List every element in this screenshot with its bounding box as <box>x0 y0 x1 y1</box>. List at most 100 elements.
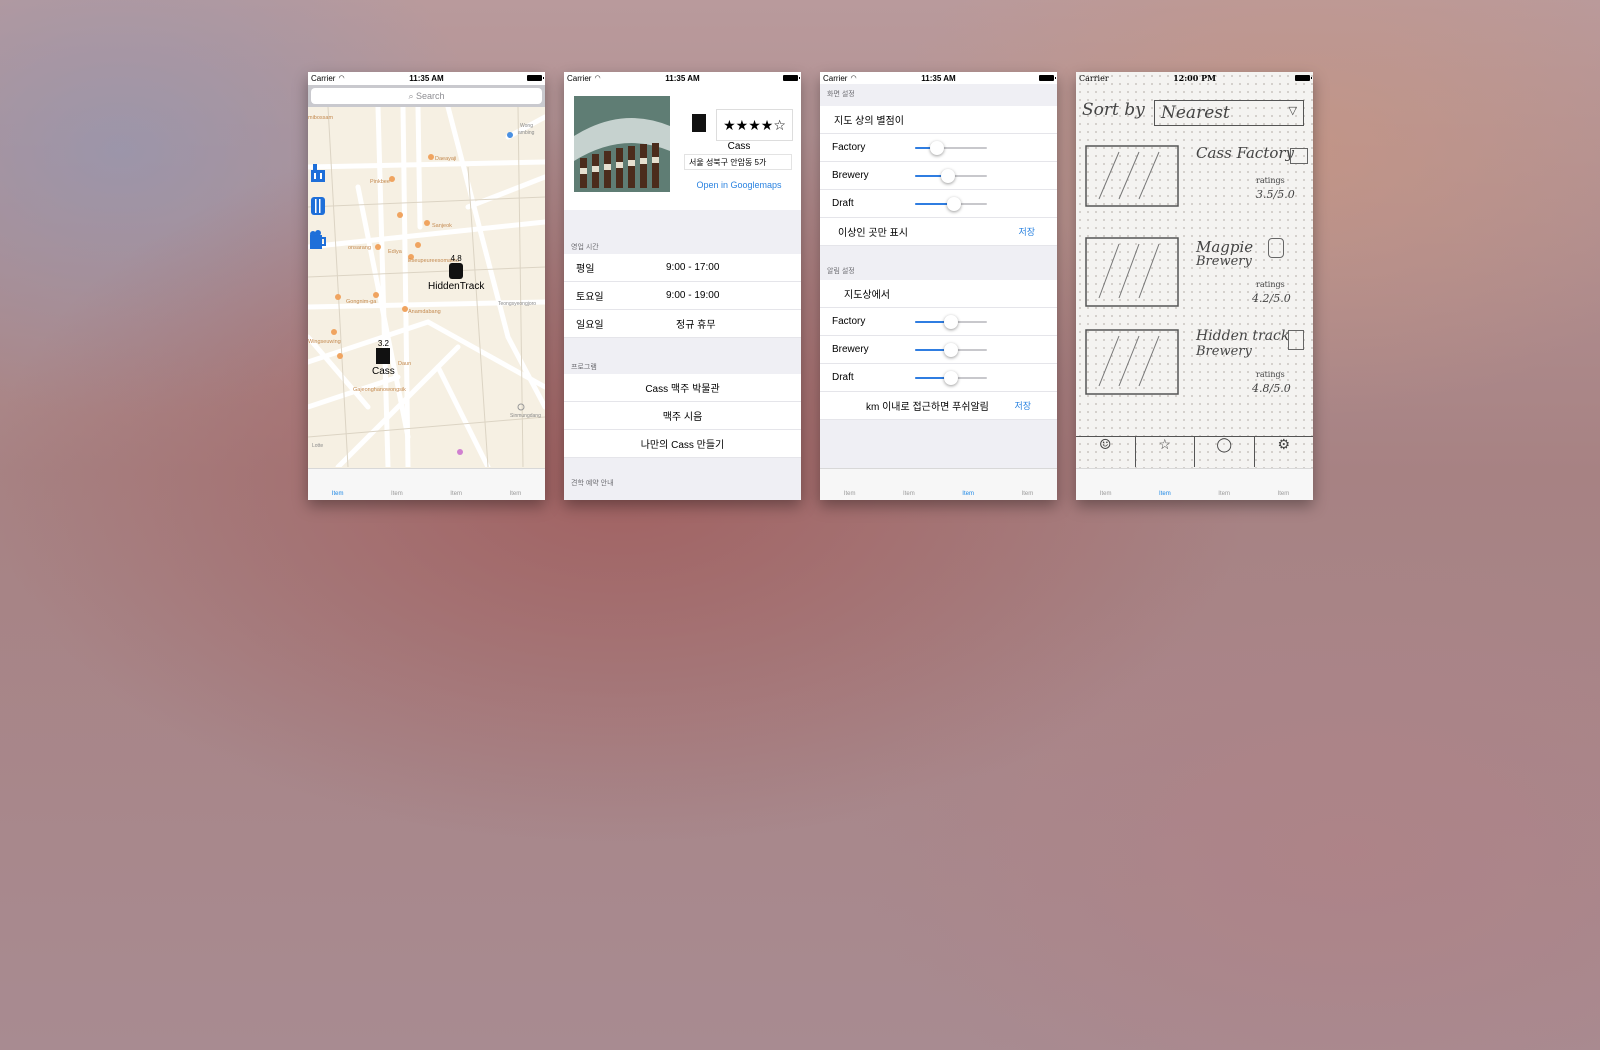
tour-header: 견학 예약 안내 <box>571 480 614 487</box>
factory-rating-slider[interactable] <box>915 140 987 155</box>
brewery-name: Cass <box>727 141 751 152</box>
map-screen: Carrier ◠ 11:35 AM ⌕ Search mibossam Dae… <box>308 72 545 500</box>
alert-settings-header: 알림 설정 <box>827 268 855 275</box>
tab-bar: Item Item Item Item <box>1076 468 1313 500</box>
tab-item-3[interactable]: Item <box>431 491 481 497</box>
tab-item-1[interactable]: Item <box>825 491 875 497</box>
program-item[interactable]: Cass 맥주 박물관 <box>564 374 801 402</box>
beer-mug-filter-icon[interactable] <box>308 229 328 251</box>
star-rating[interactable]: ★★★★☆ <box>716 109 793 141</box>
list-item[interactable]: Hidden track Brewery ratings 4.8/5.0 <box>1084 328 1306 408</box>
brewery-distance-slider[interactable] <box>915 342 987 357</box>
sort-label: Sort by <box>1082 100 1145 120</box>
tab-item-3[interactable]: Item <box>943 491 993 497</box>
person-icon[interactable]: ☺ <box>1076 437 1136 467</box>
settings-screen: Carrier ◠ 11:35 AM 화면 설정 지도 상의 별점이 Factor… <box>820 72 1057 500</box>
street-map: mibossamDaeayajiPinkbee SanjeokEdiyaEseu… <box>308 107 545 467</box>
draft-rating-slider[interactable] <box>915 196 987 211</box>
brewery-photo <box>574 96 670 192</box>
barrel-icon <box>1268 238 1284 258</box>
sketch-content: Sort by Nearest ▽ Cass Factory ratings 3… <box>1076 84 1313 467</box>
svg-text:Sinmungdang: Sinmungdang <box>510 413 541 419</box>
program-item[interactable]: 맥주 시음 <box>564 402 801 430</box>
tab-bar: Item Item Item Item <box>308 468 545 500</box>
alert-slider-row: Factory <box>820 308 1057 336</box>
hours-row: 토요일 9:00 - 19:00 <box>564 282 801 310</box>
star-icon[interactable]: ☆ <box>1136 437 1195 467</box>
display-slider-row: Brewery <box>820 162 1057 190</box>
svg-text:onsarang: onsarang <box>348 245 371 251</box>
detail-screen: Carrier ◠ 11:35 AM ★★★★☆ Cass 서울 성북구 안암동 … <box>564 72 801 500</box>
tab-item-4[interactable]: Item <box>1002 491 1052 497</box>
factory-distance-slider[interactable] <box>915 314 987 329</box>
display-settings-header: 화면 설정 <box>827 91 855 98</box>
tab-item-4[interactable]: Item <box>490 491 540 497</box>
tab-bar: Item Item Item Item <box>820 468 1057 500</box>
battery-icon <box>1295 75 1312 81</box>
tab-item-2[interactable]: Item <box>372 491 422 497</box>
gear-icon[interactable]: ⚙ <box>1255 437 1314 467</box>
item-thumbnail <box>1085 145 1179 207</box>
address-field: 서울 성북구 안암동 5가 <box>684 154 792 170</box>
battery-icon <box>527 75 544 81</box>
svg-text:Gajeonghanowongsik: Gajeonghanowongsik <box>353 387 406 393</box>
svg-text:Daeayaji: Daeayaji <box>435 156 456 162</box>
display-footer-row: 이상인 곳만 표시 저장 <box>820 218 1057 246</box>
hours-list: 평일 9:00 - 17:00 토요일 9:00 - 19:00 일요일 정규 휴무 <box>564 254 801 338</box>
sketch-screen: Carrier 12:00 PM Sort by Nearest ▽ Cass … <box>1076 72 1313 500</box>
tab-item-1[interactable]: Item <box>1081 491 1131 497</box>
program-header: 프로그램 <box>571 364 597 371</box>
program-item[interactable]: 나만의 Cass 만들기 <box>564 430 801 458</box>
program-list: Cass 맥주 박물관 맥주 시음 나만의 Cass 만들기 <box>564 374 801 458</box>
sort-dropdown[interactable]: Nearest ▽ <box>1154 100 1304 126</box>
search-input[interactable]: ⌕ Search <box>311 88 542 104</box>
map-pin-cass[interactable]: 3.2 Cass <box>372 340 395 377</box>
factory-icon <box>692 114 706 132</box>
svg-text:Teongsyeongjoro: Teongsyeongjoro <box>498 301 536 307</box>
open-googlemaps-link[interactable]: Open in Googlemaps <box>684 180 794 190</box>
battery-icon <box>1039 75 1056 81</box>
display-title-row: 지도 상의 별점이 <box>820 106 1057 134</box>
factory-filter-icon[interactable] <box>308 162 328 184</box>
brewery-rating-slider[interactable] <box>915 168 987 183</box>
map-view[interactable]: mibossam Daeayaji Pinkbee Sanjeok Ediya Eseu… <box>308 107 545 468</box>
barrel-filter-icon[interactable] <box>308 195 328 217</box>
hours-row: 일요일 정규 휴무 <box>564 310 801 338</box>
tab-item-1[interactable]: Item <box>313 491 363 497</box>
status-bar: Carrier ◠ 11:35 AM <box>564 72 801 84</box>
tab-item-2[interactable]: Item <box>884 491 934 497</box>
beer-mug-icon <box>1288 330 1304 350</box>
map-pin-hiddentrack[interactable]: 4.8 HiddenTrack <box>428 255 484 292</box>
alert-slider-row: Draft <box>820 364 1057 392</box>
chevron-down-icon: ▽ <box>1288 104 1297 117</box>
alert-save-button[interactable]: 저장 <box>1014 399 1031 412</box>
item-thumbnail <box>1085 329 1179 395</box>
alert-footer-row: km 이내로 접근하면 푸쉬알림 저장 <box>820 392 1057 420</box>
tab-item-3[interactable]: Item <box>1199 491 1249 497</box>
factory-icon <box>1290 148 1308 164</box>
list-item[interactable]: Cass Factory ratings 3.5/5.0 <box>1084 144 1308 224</box>
svg-text:Wong: Wong <box>520 123 533 129</box>
battery-icon <box>783 75 800 81</box>
svg-text:Anamdabang: Anamdabang <box>408 309 441 315</box>
barrel-icon <box>449 263 464 279</box>
search-bar: ⌕ Search <box>308 85 545 107</box>
list-item[interactable]: Magpie Brewery ratings 4.2/5.0 <box>1084 236 1306 316</box>
svg-text:Wingseuwing: Wingseuwing <box>308 339 341 345</box>
circle-icon[interactable]: ◯ <box>1195 437 1255 467</box>
display-save-button[interactable]: 저장 <box>1018 225 1035 238</box>
tab-item-4[interactable]: Item <box>1258 491 1308 497</box>
svg-text:Daun: Daun <box>398 361 411 367</box>
svg-text:Lotte: Lotte <box>312 443 323 449</box>
hours-row: 평일 9:00 - 17:00 <box>564 254 801 282</box>
status-time: 12:00 PM <box>1173 73 1216 83</box>
tab-item-2[interactable]: Item <box>1140 491 1190 497</box>
status-bar: Carrier 12:00 PM <box>1076 72 1313 84</box>
status-time: 11:35 AM <box>665 73 700 83</box>
alert-slider-row: Brewery <box>820 336 1057 364</box>
draft-distance-slider[interactable] <box>915 370 987 385</box>
sketch-tab-row: ☺ ☆ ◯ ⚙ <box>1076 436 1313 467</box>
status-bar: Carrier ◠ 11:35 AM <box>308 72 545 84</box>
status-time: 11:35 AM <box>921 73 956 83</box>
svg-text:ambing: ambing <box>518 130 535 136</box>
